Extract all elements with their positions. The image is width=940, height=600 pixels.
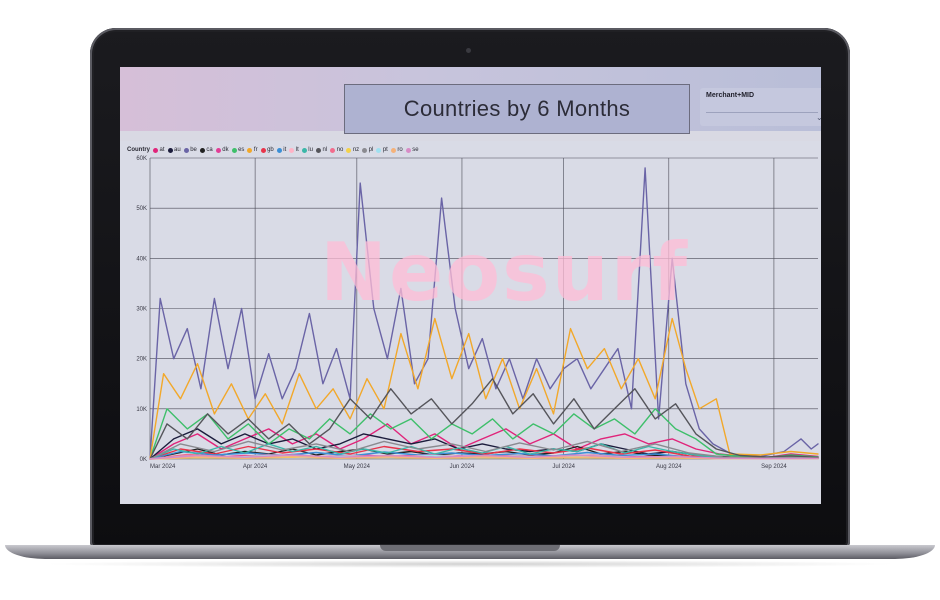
slicer-underline — [706, 112, 818, 113]
x-tick-label: Jun 2024 — [450, 464, 475, 470]
laptop-shadow — [40, 560, 900, 568]
x-tick-label: Jul 2024 — [552, 464, 575, 470]
x-tick-label: May 2024 — [344, 464, 371, 470]
y-tick-label: 40K — [136, 256, 147, 262]
header-band: Countries by 6 Months Merchant+MID ⌄ — [120, 67, 821, 134]
x-tick-label: Apr 2024 — [243, 464, 268, 470]
y-tick-label: 0K — [140, 457, 147, 463]
report-title: Countries by 6 Months — [403, 96, 631, 121]
y-tick-label: 50K — [136, 206, 147, 212]
chart-panel: Country at au be ca dk es fr gb it lt lu nl no nz pl pt… — [120, 141, 821, 504]
report-screen: Countries by 6 Months Merchant+MID ⌄ Cou… — [120, 67, 821, 504]
line-chart: 0K 10K 20K 30K 40K 50K 60K Mar 2024 Apr 2024 May … — [136, 156, 819, 470]
y-tick-label: 20K — [136, 357, 147, 363]
x-tick-label: Sep 2024 — [761, 464, 787, 470]
camera-dot — [466, 48, 471, 53]
y-tick-label: 30K — [136, 307, 147, 313]
merchant-mid-slicer[interactable]: Merchant+MID ⌄ — [700, 88, 821, 126]
laptop-notch — [380, 545, 560, 551]
chevron-down-icon[interactable]: ⌄ — [816, 113, 821, 122]
slicer-label: Merchant+MID — [706, 92, 755, 99]
x-tick-label: Mar 2024 — [150, 464, 176, 470]
title-box: Countries by 6 Months — [344, 84, 690, 134]
x-tick-label: Aug 2024 — [656, 464, 682, 470]
y-tick-label: 60K — [136, 156, 147, 162]
y-tick-label: 10K — [136, 407, 147, 413]
